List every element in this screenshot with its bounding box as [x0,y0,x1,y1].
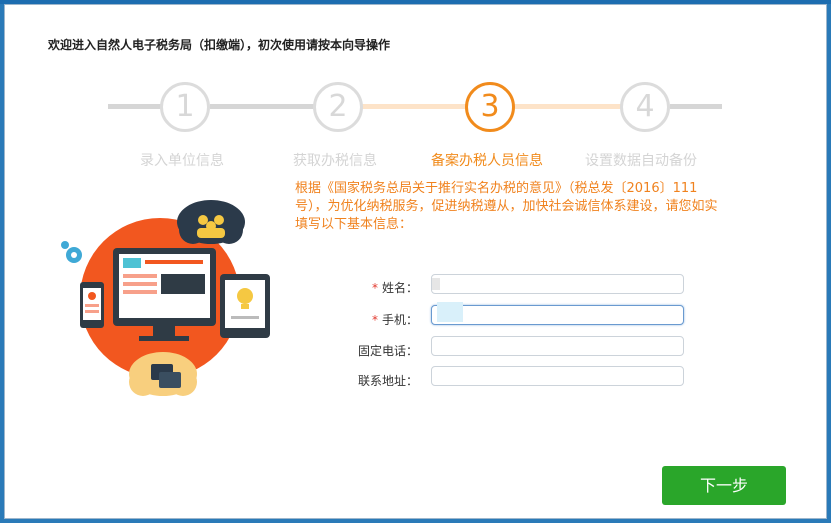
step-1-label: 录入单位信息 [140,153,224,169]
phone-label-text: 手机： [381,313,418,327]
step-4-circle: 4 [620,82,670,132]
redacted-name [432,278,440,290]
tablet-icon [220,274,270,338]
phone-icon [80,282,104,328]
gear-icon [61,241,82,263]
real-name-notice: 根据《国家税务总局关于推行实名办税的意见》（税总发〔2016〕111号），为优化… [295,181,718,232]
phone-row: * 手机： [340,308,418,330]
next-step-button[interactable]: 下一步 [662,466,786,505]
name-row: * 姓名： [340,276,418,298]
redacted-phone [437,302,463,322]
progress-track-2 [210,104,330,109]
wizard-title: 欢迎进入自然人电子税务局（扣缴端），初次使用请按本向导操作 [48,38,391,52]
progress-track-5 [670,104,722,109]
chat-cloud-icon [129,352,197,396]
name-input[interactable] [431,274,684,294]
address-row: 联系地址： [340,369,418,391]
step-2-circle: 2 [313,82,363,132]
devices-illustration [61,200,270,396]
step-1-circle: 1 [160,82,210,132]
lightbulb-icon [237,288,253,304]
step-3-circle: 3 [465,82,515,132]
step-4-label: 设置数据自动备份 [585,153,697,169]
step-3-label: 备案办税人员信息 [431,153,543,169]
step-2-label: 获取办税信息 [293,153,377,169]
phone-label: * 手机： [372,311,418,328]
landline-label: 固定电话： [357,344,418,358]
address-label: 联系地址： [357,374,418,388]
address-input[interactable] [431,366,684,386]
name-label-text: 姓名： [381,281,418,295]
required-mark: * [371,281,378,295]
required-mark: * [371,313,378,327]
people-cloud-icon [177,200,245,244]
phone-input[interactable] [431,305,684,325]
landline-input[interactable] [431,336,684,356]
landline-row: 固定电话： [340,339,418,361]
name-label: * 姓名： [372,279,418,296]
